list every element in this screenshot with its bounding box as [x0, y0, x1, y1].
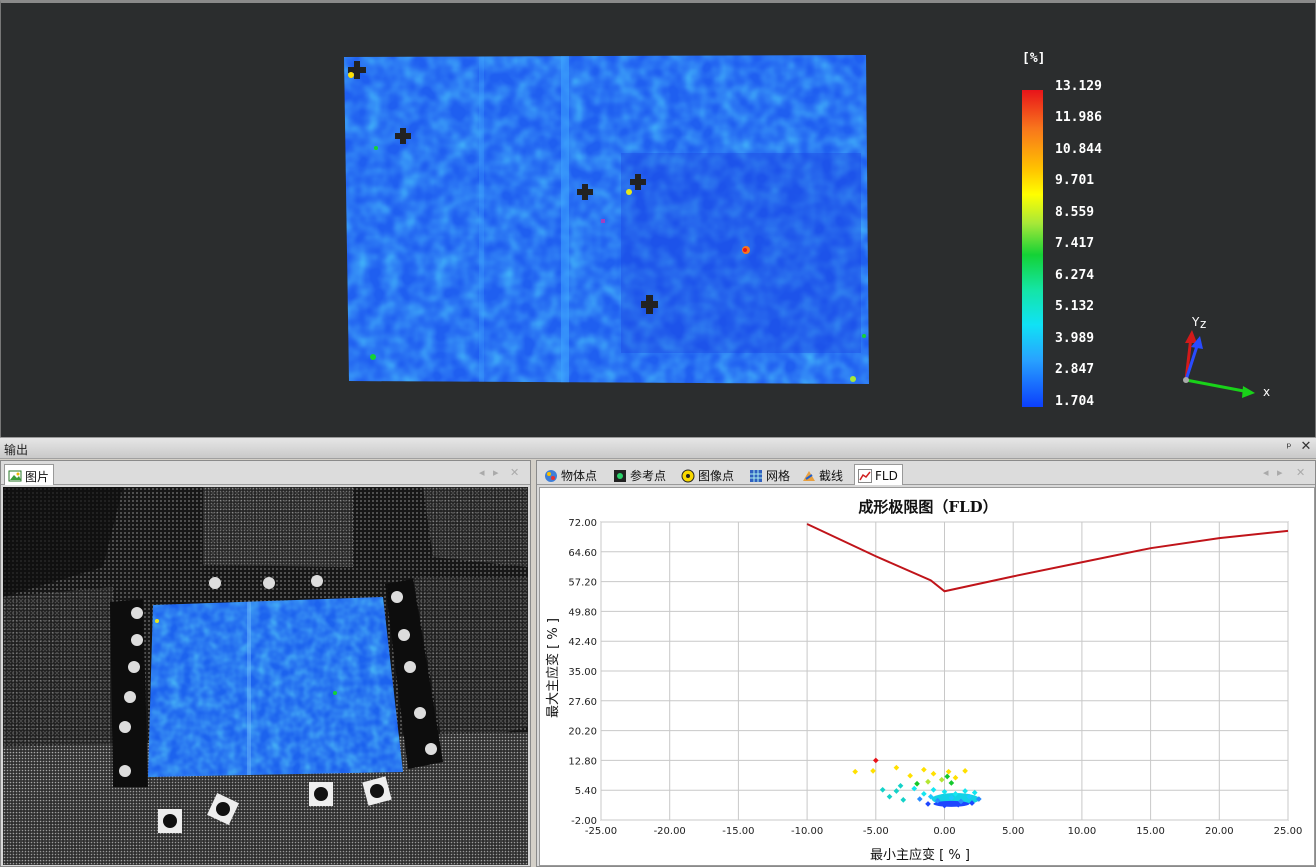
x-axis-title: 最小主应变 [ % ]	[870, 848, 970, 863]
x-tick-label: 20.00	[1205, 826, 1234, 837]
tab-close-icon[interactable]: ✕	[1296, 466, 1305, 479]
tab-scroll-right-icon[interactable]: ▸	[493, 466, 499, 479]
legend-value: 5.132	[1055, 299, 1095, 314]
legend-value: 10.844	[1055, 142, 1102, 157]
object-point-icon	[544, 469, 558, 483]
y-tick-label: 35.00	[568, 667, 597, 678]
output-panel-header: 输出 ᵖ ✕	[0, 437, 1316, 459]
tab-section-lines[interactable]: 截线	[799, 464, 847, 485]
y-tick-label: 20.20	[568, 727, 597, 738]
section-line-icon	[802, 469, 816, 483]
tab-label: 图片	[25, 469, 50, 484]
y-tick-label: 72.00	[568, 518, 597, 529]
tab-object-points[interactable]: 物体点	[541, 464, 601, 485]
reference-point-icon	[613, 469, 627, 483]
image-tab-bar: 图片 ◂ ▸ ✕	[1, 461, 530, 485]
tab-scroll-left-icon[interactable]: ◂	[1263, 466, 1269, 479]
y-tick-label: 49.80	[568, 607, 597, 618]
x-tick-label: 0.00	[933, 826, 955, 837]
y-axis-label: Y	[1192, 315, 1200, 329]
legend-value: 1.704	[1055, 394, 1095, 409]
fld-tab-bar: 物体点 参考点 图像点 网格 截线 FLD ◂ ▸ ✕	[537, 461, 1315, 485]
y-tick-label: 64.60	[568, 548, 597, 559]
x-tick-label: -25.00	[585, 826, 617, 837]
tab-label: 网格	[766, 469, 791, 483]
output-panel-title: 输出	[4, 443, 29, 457]
x-tick-label: -20.00	[654, 826, 686, 837]
tab-image-points[interactable]: 图像点	[678, 464, 738, 485]
close-button[interactable]: ✕	[1299, 439, 1313, 454]
tab-fld[interactable]: FLD	[854, 464, 903, 485]
camera-photo-image	[3, 487, 528, 865]
legend-value: 9.701	[1055, 173, 1095, 188]
fld-plot: -25.00 -20.00 -15.00 -10.00 -5.00 0.00 5.00 10.…	[568, 518, 1303, 837]
legend-color-bar	[1022, 90, 1043, 407]
y-tick-label: 42.40	[568, 637, 597, 648]
grid-icon	[749, 469, 763, 483]
y-tick-label: 5.40	[575, 786, 597, 797]
x-tick-label: -15.00	[722, 826, 754, 837]
z-axis-label: z	[1200, 317, 1207, 331]
image-point-icon	[681, 469, 695, 483]
legend-value: 6.274	[1055, 268, 1095, 283]
x-tick-label: -10.00	[791, 826, 823, 837]
fld-chart-icon	[858, 469, 872, 483]
legend-unit: [%]	[1022, 51, 1046, 66]
tab-scroll-right-icon[interactable]: ▸	[1277, 466, 1283, 479]
image-pane: 图片 ◂ ▸ ✕	[0, 460, 531, 867]
legend-value: 2.847	[1055, 362, 1095, 377]
x-tick-label: 25.00	[1274, 826, 1303, 837]
y-tick-label: -2.00	[571, 816, 597, 827]
y-tick-label: 27.60	[568, 697, 597, 708]
x-tick-label: 10.00	[1068, 826, 1097, 837]
fld-chart[interactable]: 成形极限图（FLD） -25.00 -20.00 -15.00 -10.00 -5.00…	[539, 487, 1315, 866]
camera-photo	[3, 487, 528, 865]
legend-value: 11.986	[1055, 110, 1102, 125]
legend-value: 3.989	[1055, 331, 1095, 346]
y-tick-label: 12.80	[568, 756, 597, 767]
legend-value: 13.129	[1055, 79, 1102, 94]
x-tick-label: 5.00	[1002, 826, 1024, 837]
y-tick-label: 57.20	[568, 578, 597, 589]
x-axis-label: x	[1263, 385, 1271, 399]
3d-viewer[interactable]: [%] 13.129 11.986 10.844 9.701 8.559 7.4…	[0, 0, 1316, 437]
legend-value: 8.559	[1055, 205, 1095, 220]
tab-label: 图像点	[698, 469, 735, 483]
color-legend: [%] 13.129 11.986 10.844 9.701 8.559 7.4…	[1019, 49, 1129, 419]
app-window: [%] 13.129 11.986 10.844 9.701 8.559 7.4…	[0, 0, 1316, 867]
x-tick-label: -5.00	[863, 826, 889, 837]
tab-label: 截线	[819, 469, 844, 483]
fld-pane: 物体点 参考点 图像点 网格 截线 FLD ◂ ▸ ✕ 成形极限图（FLD） -…	[536, 460, 1316, 867]
x-tick-label: 15.00	[1136, 826, 1165, 837]
pin-button[interactable]: ᵖ	[1282, 440, 1296, 454]
tab-label: 物体点	[561, 469, 598, 483]
picture-icon	[8, 469, 22, 483]
y-axis-title: 最大主应变 [ % ]	[546, 618, 561, 718]
axis-triad: Y z x	[1171, 313, 1281, 403]
tab-label: 参考点	[630, 469, 667, 483]
tab-reference-points[interactable]: 参考点	[610, 464, 670, 485]
tab-label: FLD	[875, 469, 898, 483]
tab-close-icon[interactable]: ✕	[510, 466, 519, 479]
tab-scroll-left-icon[interactable]: ◂	[479, 466, 485, 479]
tab-grid[interactable]: 网格	[746, 464, 794, 485]
legend-value: 7.417	[1055, 236, 1095, 251]
tab-picture[interactable]: 图片	[4, 464, 55, 485]
